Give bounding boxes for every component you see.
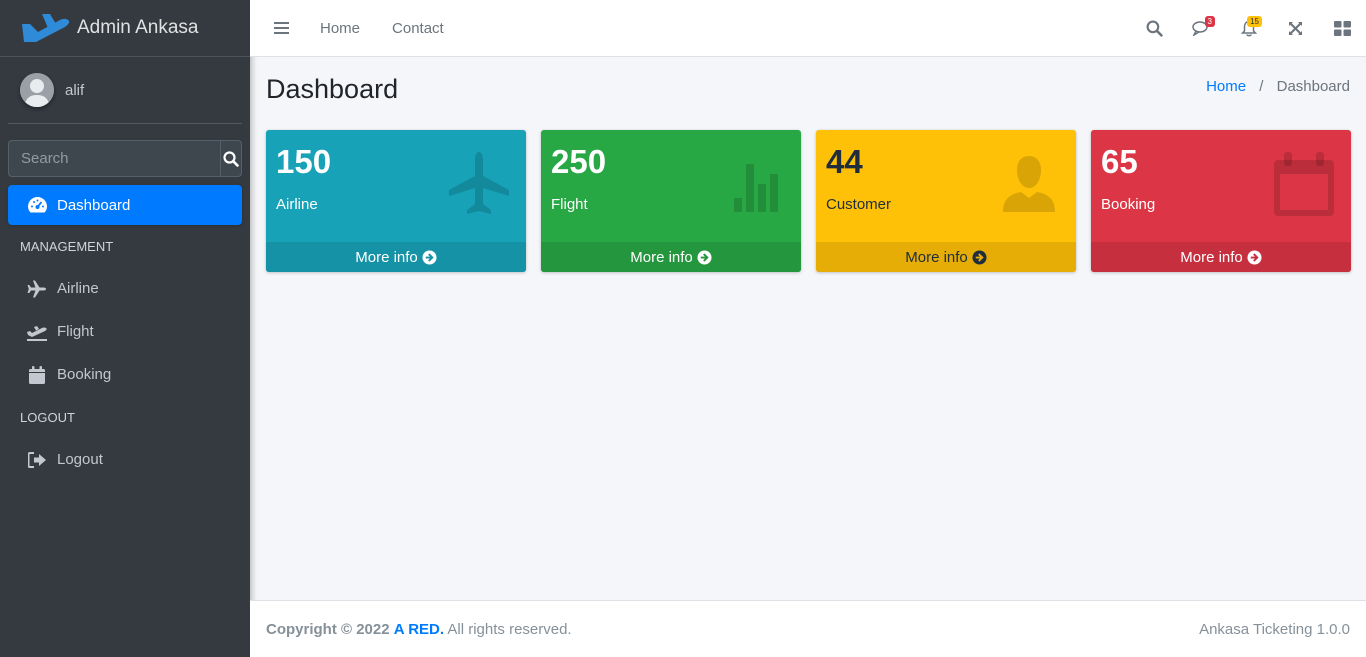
stat-box-airline: 150 Airline More info	[266, 130, 526, 272]
brand-name: Admin Ankasa	[77, 17, 199, 38]
expand-arrows-icon	[1289, 21, 1302, 35]
stat-value: 65	[1101, 143, 1138, 180]
calendar-icon	[1274, 152, 1334, 216]
messages-button[interactable]: 3	[1178, 0, 1225, 56]
search-icon	[223, 150, 239, 167]
user-icon	[1003, 156, 1055, 212]
navbar-search-button[interactable]	[1131, 0, 1178, 56]
control-sidebar-button[interactable]	[1319, 0, 1366, 56]
nav-link-home[interactable]: Home	[320, 20, 360, 37]
plane-logo-icon	[22, 14, 70, 42]
breadcrumb-current: Dashboard	[1276, 78, 1350, 95]
version-text: Ankasa Ticketing 1.0.0	[1199, 620, 1350, 638]
stat-value: 44	[826, 143, 863, 180]
sidebar-item-label: Dashboard	[57, 196, 131, 214]
page-title: Dashboard	[266, 74, 399, 104]
arrow-circle-right-icon	[697, 249, 712, 265]
rights-text: All rights reserved.	[447, 620, 572, 638]
search-input[interactable]	[8, 140, 220, 177]
content-header: Dashboard Home / Dashboard	[266, 72, 1350, 112]
arrow-circle-right-icon	[972, 249, 987, 265]
user-avatar-icon	[20, 73, 54, 107]
menu-toggle-icon[interactable]	[274, 21, 290, 35]
sidebar: Admin Ankasa alif Search Dashboard MANAG…	[0, 0, 250, 657]
tachometer-icon	[26, 195, 48, 215]
sidebar-item-label: Logout	[57, 451, 103, 468]
messages-badge: 3	[1204, 16, 1215, 27]
breadcrumb-separator: /	[1259, 78, 1264, 95]
stat-boxes: 150 Airline More info 250 Flight More in…	[266, 130, 1366, 272]
sidebar-nav: Dashboard MANAGEMENT Airline Flight Book…	[0, 185, 250, 481]
stat-label: Airline	[276, 196, 318, 213]
plane-icon	[26, 279, 48, 299]
avatar[interactable]	[20, 73, 54, 107]
calendar-icon	[26, 365, 48, 385]
more-info-label: More info	[355, 248, 418, 266]
sidebar-item-label: Booking	[57, 366, 112, 383]
stat-box-flight: 250 Flight More info	[541, 130, 801, 272]
sign-out-icon	[26, 450, 48, 470]
more-info-link[interactable]: More info	[266, 242, 526, 272]
breadcrumb: Home / Dashboard	[1206, 78, 1350, 95]
company-link[interactable]: A RED.	[394, 621, 444, 638]
plane-departure-icon	[26, 322, 48, 342]
more-info-link[interactable]: More info	[816, 242, 1076, 272]
more-info-link[interactable]: More info	[541, 242, 801, 272]
copyright-label: Copyright © 2022	[266, 620, 390, 638]
bar-chart-icon	[734, 164, 778, 212]
stat-box-booking: 65 Booking More info	[1091, 130, 1351, 272]
sidebar-item-label: Airline	[57, 280, 99, 297]
th-large-icon	[1334, 20, 1351, 36]
sidebar-item-flight[interactable]: Flight	[0, 310, 250, 353]
arrow-circle-right-icon	[1247, 249, 1262, 265]
arrow-circle-right-icon	[422, 249, 437, 265]
copyright-text: Copyright © 2022 A RED. All rights reser…	[266, 621, 572, 638]
more-info-label: More info	[905, 248, 968, 266]
more-info-link[interactable]: More info	[1091, 242, 1351, 272]
breadcrumb-home-link[interactable]: Home	[1206, 78, 1246, 95]
more-info-label: More info	[630, 248, 693, 266]
sidebar-item-logout[interactable]: Logout	[0, 438, 250, 481]
more-info-label: More info	[1180, 248, 1243, 266]
main-footer: Copyright © 2022 A RED. All rights reser…	[250, 600, 1366, 657]
search-icon	[1146, 20, 1163, 37]
stat-value: 150	[276, 143, 332, 180]
stat-box-customer: 44 Customer More info	[816, 130, 1076, 272]
nav-link-contact[interactable]: Contact	[392, 20, 444, 37]
stat-value: 250	[551, 143, 607, 180]
stat-label: Booking	[1101, 196, 1156, 213]
nav-header-logout: LOGOUT	[20, 410, 75, 425]
plane-icon	[449, 152, 509, 214]
notifications-button[interactable]: 15	[1225, 0, 1272, 56]
sidebar-item-airline[interactable]: Airline	[0, 267, 250, 310]
sidebar-item-label: Flight	[57, 323, 94, 340]
sidebar-item-booking[interactable]: Booking	[0, 353, 250, 396]
brand-link[interactable]: Admin Ankasa	[0, 0, 250, 57]
top-right-icons: 3 15	[1131, 0, 1366, 56]
top-navbar: Home Contact 3 15	[250, 0, 1366, 57]
fullscreen-button[interactable]	[1272, 0, 1319, 56]
user-panel[interactable]: alif	[8, 57, 242, 124]
stat-label: Customer	[826, 196, 892, 213]
notifications-badge: 15	[1247, 16, 1262, 27]
nav-header-management: MANAGEMENT	[20, 239, 114, 254]
stat-label: Flight	[551, 196, 588, 213]
search-button[interactable]	[220, 140, 242, 177]
user-name[interactable]: alif	[65, 82, 84, 99]
sidebar-search	[8, 140, 242, 177]
sidebar-item-dashboard[interactable]: Dashboard	[8, 185, 242, 225]
